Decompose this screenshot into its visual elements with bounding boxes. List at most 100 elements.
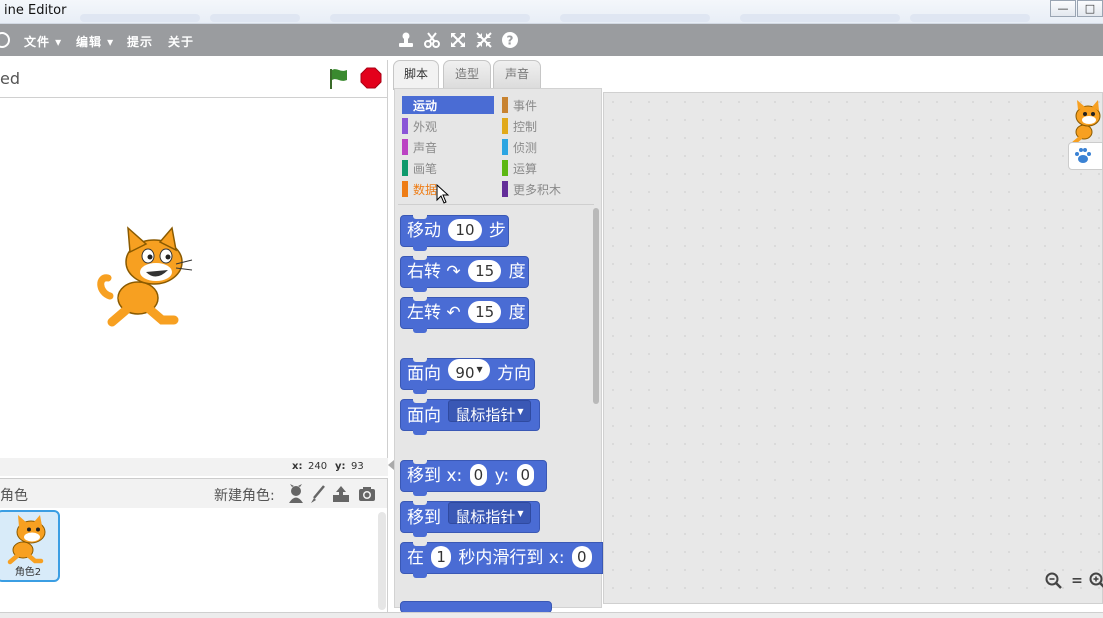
block-text: 在	[407, 548, 424, 568]
grow-icon[interactable]	[449, 31, 467, 49]
sprite-list-scrollbar[interactable]	[378, 512, 386, 610]
category-more-blocks[interactable]: 更多积木	[502, 180, 594, 198]
menu-file[interactable]: 文件 ▾	[24, 33, 62, 50]
category-color-bar	[402, 118, 408, 134]
block-notch	[413, 215, 427, 219]
block-notch	[413, 460, 427, 464]
block-text: 面向	[407, 406, 441, 426]
block-notch	[413, 297, 427, 301]
x-value: 240	[308, 461, 328, 472]
block-go-to-xy[interactable]: 移到 x: 0 y: 0	[400, 460, 547, 496]
zoom-out-button[interactable]	[1045, 572, 1063, 590]
target-value: 鼠标指针	[455, 406, 516, 424]
shrink-icon[interactable]	[475, 31, 493, 49]
category-events[interactable]: 事件	[502, 96, 594, 114]
category-label: 侦测	[513, 141, 538, 155]
category-label: 运动	[413, 99, 438, 113]
palette-scrollbar[interactable]	[593, 208, 599, 404]
block-notch	[413, 358, 427, 362]
block-go-to[interactable]: 移到 鼠标指针 ▼	[400, 501, 540, 537]
script-area[interactable]	[603, 92, 1103, 604]
green-flag-icon[interactable]	[327, 67, 349, 91]
delete-scissors-icon[interactable]	[423, 31, 441, 49]
block-text: 移到 x:	[407, 466, 463, 486]
stop-sign-icon[interactable]	[360, 67, 382, 89]
category-label: 控制	[513, 120, 538, 134]
category-label: 运算	[513, 162, 538, 176]
block-text: 移到	[407, 508, 441, 528]
choose-sprite-from-library-icon[interactable]	[286, 484, 306, 504]
current-sprite-thumbnail-icon	[1072, 100, 1101, 144]
block-turn-right[interactable]: 右转 ↷ 15 度	[400, 256, 529, 292]
menu-edit[interactable]: 编辑 ▾	[76, 33, 114, 50]
category-control[interactable]: 控制	[502, 117, 594, 135]
minimize-button[interactable]: —	[1050, 0, 1076, 17]
upload-sprite-icon[interactable]	[331, 484, 351, 504]
block-text: 左转	[407, 303, 441, 323]
category-sensing[interactable]: 侦测	[502, 138, 594, 156]
stage-canvas[interactable]	[0, 98, 388, 458]
sprite-panel-header: 角色 新建角色:	[0, 478, 388, 508]
zoom-in-button[interactable]	[1089, 572, 1103, 590]
category-motion[interactable]: 运动	[402, 96, 494, 114]
target-dropdown[interactable]: 鼠标指针 ▼	[448, 400, 531, 424]
new-sprite-label: 新建角色:	[214, 488, 275, 504]
block-turn-left[interactable]: 左转 ↶ 15 度	[400, 297, 529, 333]
block-move-steps[interactable]: 移动 10 步	[400, 215, 509, 251]
menu-tips[interactable]: 提示	[127, 33, 153, 50]
menu-about[interactable]: 关于	[168, 33, 194, 50]
category-color-bar	[502, 139, 508, 155]
x-input[interactable]: 0	[469, 464, 488, 486]
dropdown-caret-icon: ▼	[476, 365, 483, 374]
backpack-button[interactable]	[1068, 142, 1103, 170]
category-operators[interactable]: 运算	[502, 159, 594, 177]
block-tab	[413, 573, 427, 578]
category-label: 声音	[413, 141, 438, 155]
paint-new-sprite-brush-icon[interactable]	[308, 484, 328, 504]
category-label: 画笔	[413, 162, 438, 176]
sprite-thumbnail[interactable]: 角色2	[0, 510, 60, 582]
category-pen[interactable]: 画笔	[402, 159, 494, 177]
duplicate-stamp-icon[interactable]	[397, 31, 415, 49]
language-globe-icon[interactable]	[0, 32, 10, 48]
scratch-editor-window: ine Editor — □ 文件 ▾ 编辑 ▾ 提示 关于 ? ed x: 2…	[0, 0, 1103, 618]
category-label: 更多积木	[513, 183, 562, 197]
svg-text:?: ?	[507, 34, 514, 48]
block-tab	[413, 389, 427, 394]
steps-input[interactable]: 10	[448, 219, 482, 241]
category-sound[interactable]: 声音	[402, 138, 494, 156]
tab-scripts[interactable]: 脚本	[393, 60, 439, 90]
help-icon[interactable]: ?	[501, 31, 519, 49]
window-title: ine Editor	[4, 3, 67, 18]
project-name[interactable]: ed	[0, 69, 20, 88]
sprites-label: 角色	[0, 488, 28, 504]
category-looks[interactable]: 外观	[402, 117, 494, 135]
maximize-button[interactable]: □	[1077, 0, 1103, 17]
category-color-bar	[502, 181, 508, 197]
seconds-input[interactable]: 1	[431, 546, 451, 568]
block-text: 度	[508, 303, 526, 323]
turn-right-arrow-icon: ↷	[446, 262, 461, 282]
block-text: 方向	[497, 364, 532, 384]
block-point-in-direction[interactable]: 面向 90 ▼ 方向	[400, 358, 535, 394]
dropdown-caret-icon: ▼	[517, 407, 524, 416]
tab-sounds[interactable]: 声音	[493, 60, 541, 88]
block-categories: 运动 事件 外观 控制 声音 侦测 画笔 运算 数据 更多积木	[394, 90, 600, 204]
cat-sprite-icon[interactable]	[96, 226, 200, 330]
block-tab	[413, 430, 427, 435]
block-glide-to-xy[interactable]: 在 1 秒内滑行到 x: 0	[400, 542, 603, 578]
mouse-cursor-icon	[436, 184, 450, 204]
degrees-input[interactable]: 15	[468, 301, 502, 323]
target-dropdown[interactable]: 鼠标指针 ▼	[448, 502, 531, 526]
degrees-input[interactable]: 15	[468, 260, 502, 282]
direction-input[interactable]: 90 ▼	[448, 359, 490, 382]
tab-costumes[interactable]: 造型	[443, 60, 491, 88]
zoom-reset-button[interactable]: =	[1068, 572, 1086, 590]
y-input[interactable]: 0	[516, 464, 535, 486]
block-point-towards[interactable]: 面向 鼠标指针 ▼	[400, 399, 540, 435]
y-label: y:	[335, 461, 346, 472]
background-blur	[210, 14, 300, 22]
window-title-bar: ine Editor — □	[0, 0, 1103, 24]
camera-icon[interactable]	[357, 484, 377, 504]
x-input[interactable]: 0	[571, 546, 592, 568]
